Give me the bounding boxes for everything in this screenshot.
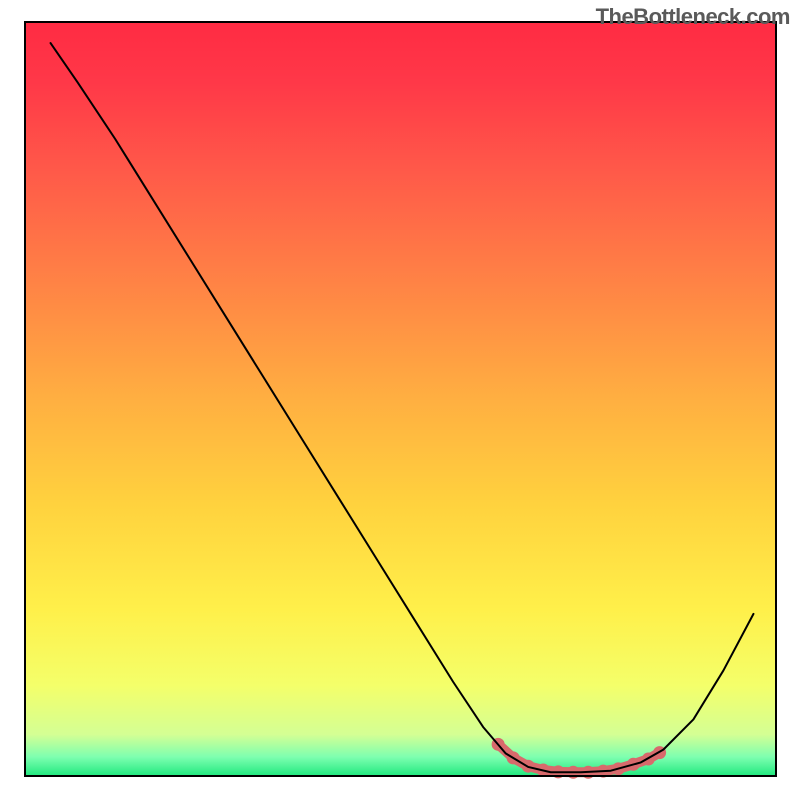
bottleneck-chart — [0, 0, 800, 800]
plot-background — [25, 22, 776, 776]
chart-container: TheBottleneck.com — [0, 0, 800, 800]
watermark-text: TheBottleneck.com — [596, 4, 790, 30]
